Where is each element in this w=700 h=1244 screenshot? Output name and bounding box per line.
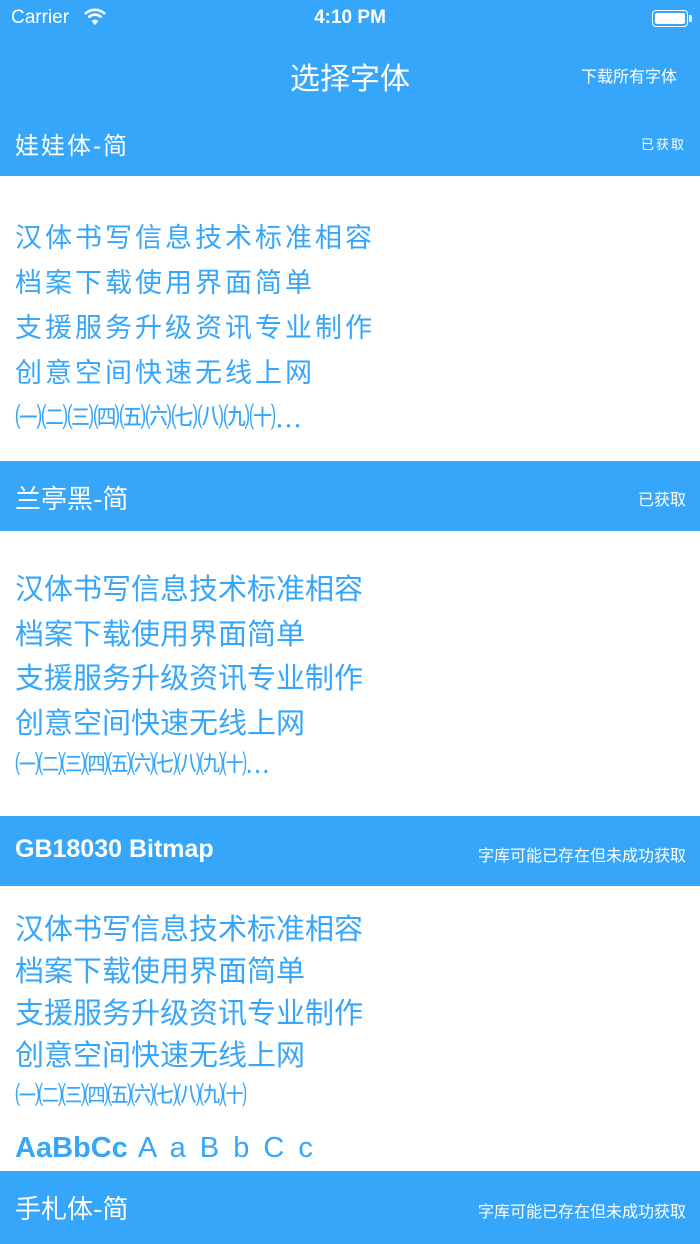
- preview-line: 汉体书写信息技术标准相容: [15, 912, 364, 946]
- preview-line: 创意空间快速无线上网: [15, 1038, 306, 1072]
- preview-line: 支援服务升级资讯专业制作: [15, 996, 364, 1030]
- preview-line: 档案下载使用界面简单: [15, 268, 315, 299]
- font-name: GB18030 Bitmap: [15, 835, 214, 863]
- preview-line: ㈠㈡㈢㈣㈤㈥㈦㈧㈨㈩: [15, 1081, 247, 1110]
- preview-line: 档案下载使用界面简单: [15, 617, 306, 651]
- font-preview-gb18030: 汉体书写信息技术标准相容 档案下载使用界面简单 支援服务升级资讯专业制作 创意空…: [0, 886, 700, 1171]
- preview-line: 档案下载使用界面简单: [15, 954, 306, 988]
- download-all-button[interactable]: 下载所有字体: [581, 63, 677, 87]
- font-name: 娃娃体-简: [15, 132, 130, 160]
- preview-line: ㈠㈡㈢㈣㈤㈥㈦㈧㈨㈩…: [15, 403, 302, 434]
- font-header-lanting[interactable]: 兰亭黑-简 已获取: [0, 461, 700, 531]
- latin-sample-bold: AaBbCc: [15, 1132, 128, 1164]
- font-preview-wawa: 汉体书写信息技术标准相容 档案下载使用界面简单 支援服务升级资讯专业制作 创意空…: [0, 176, 700, 461]
- font-header-wawa[interactable]: 娃娃体-简 已获取: [0, 110, 700, 176]
- battery-icon: [652, 10, 692, 27]
- status-bar: Carrier 4:10 PM: [0, 0, 700, 38]
- preview-line: 汉体书写信息技术标准相容: [15, 572, 364, 606]
- font-status: 已获取: [640, 138, 686, 153]
- font-status: 字库可能已存在但未成功获取: [477, 846, 686, 865]
- latin-sample-regular: A a B b C c: [137, 1132, 316, 1164]
- latin-sample: AaBbCc A a B b C c: [15, 1132, 316, 1165]
- clock: 4:10 PM: [314, 7, 386, 28]
- font-preview-lanting: 汉体书写信息技术标准相容 档案下载使用界面简单 支援服务升级资讯专业制作 创意空…: [0, 531, 700, 816]
- preview-line: 支援服务升级资讯专业制作: [15, 313, 375, 344]
- font-name: 手札体-简: [15, 1195, 129, 1225]
- preview-line: 汉体书写信息技术标准相容: [15, 223, 375, 254]
- font-header-shouzha[interactable]: 手札体-简 字库可能已存在但未成功获取: [0, 1171, 700, 1244]
- font-header-gb18030[interactable]: GB18030 Bitmap 字库可能已存在但未成功获取: [0, 816, 700, 886]
- navigation-bar: 选择字体 下载所有字体: [0, 38, 700, 110]
- preview-line: 支援服务升级资讯专业制作: [15, 661, 364, 695]
- preview-line: 创意空间快速无线上网: [15, 358, 315, 389]
- preview-line: 创意空间快速无线上网: [15, 706, 306, 740]
- preview-line: ㈠㈡㈢㈣㈤㈥㈦㈧㈨㈩…: [15, 750, 270, 779]
- font-name: 兰亭黑-简: [15, 485, 129, 515]
- font-status: 已获取: [637, 490, 686, 509]
- font-status: 字库可能已存在但未成功获取: [477, 1202, 686, 1221]
